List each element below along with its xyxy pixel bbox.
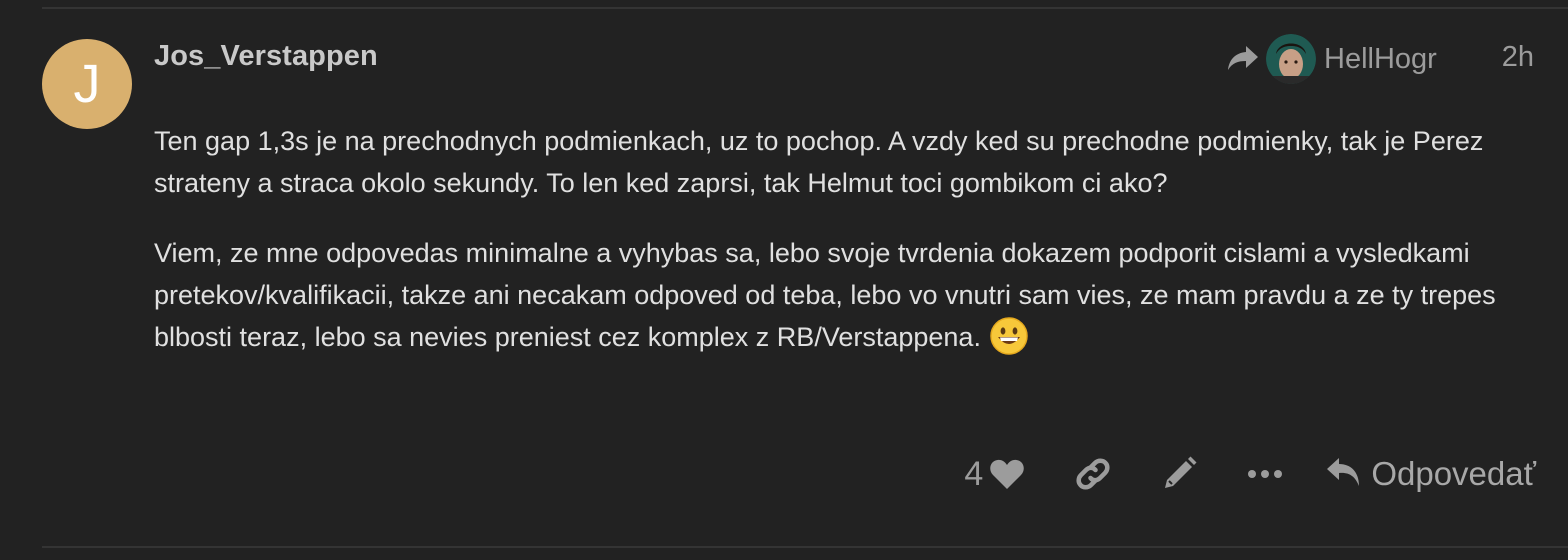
like-count[interactable]: 4 <box>964 455 983 494</box>
more-options-button[interactable] <box>1247 448 1283 500</box>
post-actions: 4 Odpovedať <box>964 448 1536 500</box>
bottom-divider <box>42 546 1568 548</box>
share-arrow-icon <box>1226 44 1260 74</box>
post-paragraph: Viem, ze mne odpovedas minimalne a vyhyb… <box>154 232 1534 358</box>
reply-icon <box>1325 456 1361 493</box>
more-icon <box>1247 469 1283 479</box>
top-divider <box>42 7 1568 9</box>
reply-to-avatar <box>1266 34 1316 84</box>
post-paragraph: Ten gap 1,3s je na prechodnych podmienka… <box>154 126 1484 198</box>
avatar-letter: J <box>73 54 101 114</box>
reply-to-tab[interactable]: HellHogr <box>1226 33 1437 85</box>
like-button[interactable] <box>989 448 1025 500</box>
pencil-icon <box>1161 456 1197 492</box>
reply-button-label: Odpovedať <box>1371 455 1536 492</box>
edit-button[interactable] <box>1161 448 1197 500</box>
copy-link-button[interactable] <box>1075 448 1111 500</box>
heart-icon <box>989 458 1025 490</box>
grinning-face-emoji-icon <box>989 316 1029 356</box>
reply-button[interactable]: Odpovedať <box>1325 455 1536 493</box>
link-icon <box>1075 456 1111 492</box>
reply-to-username: HellHogr <box>1324 42 1437 75</box>
post-date[interactable]: 2h <box>1502 41 1534 74</box>
post-paragraph-text: Viem, ze mne odpovedas minimalne a vyhyb… <box>154 238 1496 352</box>
author-username[interactable]: Jos_Verstappen <box>154 40 378 73</box>
post-content: Ten gap 1,3s je na prechodnych podmienka… <box>154 120 1534 386</box>
author-avatar[interactable]: J <box>42 39 132 129</box>
